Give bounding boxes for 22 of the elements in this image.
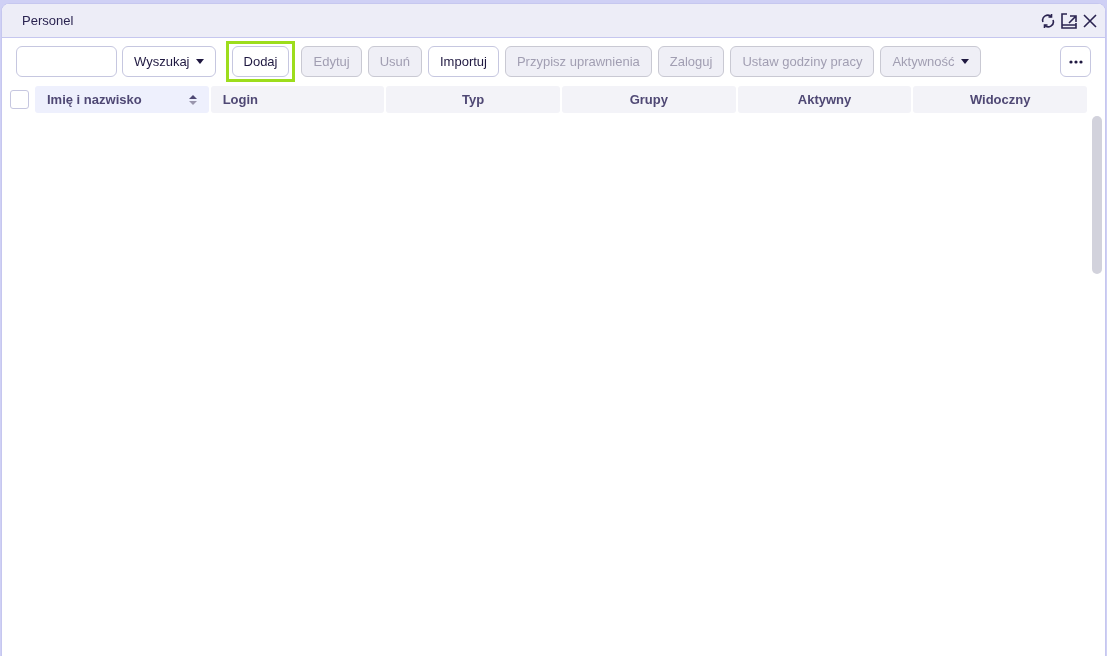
column-header[interactable]: Grupy: [562, 86, 736, 113]
column-header[interactable]: Login: [210, 86, 385, 113]
popout-icon[interactable]: [1061, 12, 1077, 29]
more-button[interactable]: [1060, 46, 1091, 77]
caret-icon: [960, 59, 969, 64]
column-label: Imię i nazwisko: [47, 92, 143, 107]
column-header[interactable]: Imię i nazwisko: [35, 86, 209, 113]
toolbar-button[interactable]: Dodaj: [231, 46, 290, 77]
column-header[interactable]: Aktywny: [737, 86, 912, 113]
close-icon[interactable]: [1083, 13, 1097, 28]
caret-icon: [195, 59, 204, 64]
toolbar-button[interactable]: Importuj: [428, 46, 499, 77]
column-header[interactable]: Typ: [386, 86, 560, 113]
dropdown-button[interactable]: Wyszukaj: [122, 46, 216, 77]
search-field[interactable]: [16, 46, 117, 77]
column-header[interactable]: Widoczny: [913, 86, 1088, 113]
refresh-icon[interactable]: [1041, 12, 1055, 29]
window-title: Personel: [22, 13, 75, 28]
more-icon: [1068, 59, 1083, 64]
scrollbar-thumb[interactable]: [1092, 116, 1102, 274]
sort-icon: [188, 94, 197, 105]
select-all-checkbox[interactable]: [10, 90, 29, 109]
